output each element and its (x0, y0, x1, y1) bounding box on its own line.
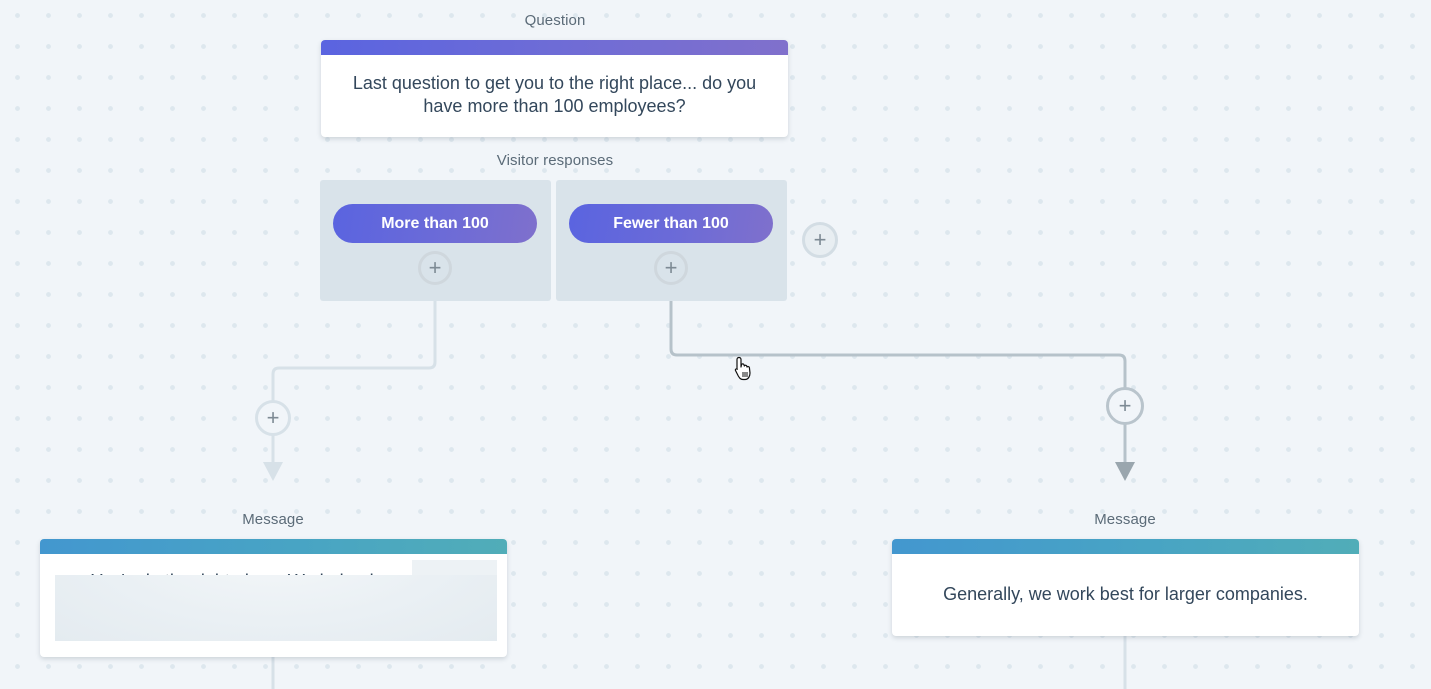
plus-icon: + (1118, 393, 1132, 418)
add-step-right-branch-button[interactable]: + (1106, 387, 1144, 425)
question-node-label: Question (524, 12, 586, 29)
question-card[interactable]: Last question to get you to the right pl… (321, 40, 788, 137)
message-loading-overlay (412, 560, 497, 575)
arrow-left-icon (263, 462, 283, 481)
message-node-label-right: Message (1094, 511, 1156, 528)
plus-icon: + (813, 227, 827, 252)
message-card-left[interactable]: You're in the right place. We helped a (40, 539, 507, 657)
visitor-responses-label: Visitor responses (496, 152, 614, 169)
message-loading-placeholder (55, 575, 497, 641)
message-card-accent-bar (40, 539, 507, 554)
response-panel-more-than-100: More than 100 + (320, 180, 551, 301)
message-card-accent-bar (892, 539, 1359, 554)
message-text-right: Generally, we work best for larger compa… (943, 584, 1308, 604)
add-step-under-response-button[interactable]: + (654, 251, 688, 285)
connector-left (271, 301, 437, 462)
arrow-right-icon (1115, 462, 1135, 481)
question-card-accent-bar (321, 40, 788, 55)
add-response-button[interactable]: + (802, 222, 838, 258)
response-panel-fewer-than-100: Fewer than 100 + (556, 180, 787, 301)
message-card-right[interactable]: Generally, we work best for larger compa… (892, 539, 1359, 636)
message-node-label-left: Message (242, 511, 304, 528)
hand-pointer-icon (734, 356, 751, 381)
plus-icon: + (266, 405, 280, 430)
plus-icon: + (664, 255, 678, 280)
add-step-left-branch-button[interactable]: + (255, 400, 291, 436)
plus-icon: + (428, 255, 442, 280)
question-text: Last question to get you to the right pl… (352, 73, 757, 116)
add-step-under-response-button[interactable]: + (418, 251, 452, 285)
response-option-more-than-100[interactable]: More than 100 (333, 204, 537, 243)
response-option-fewer-than-100[interactable]: Fewer than 100 (569, 204, 773, 243)
